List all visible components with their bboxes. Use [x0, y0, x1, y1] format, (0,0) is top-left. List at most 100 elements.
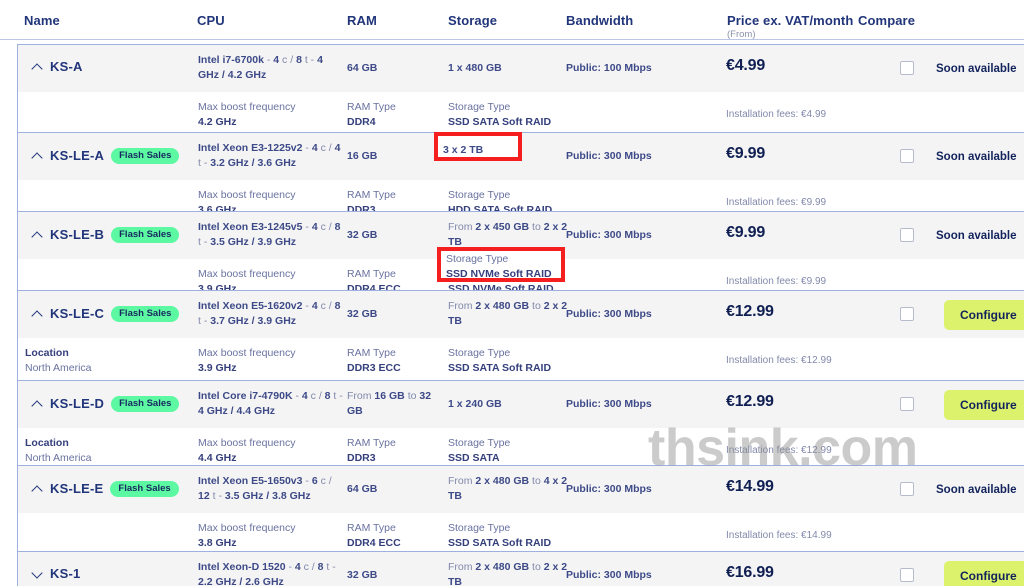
plan-name-group[interactable]: KS-1 [32, 567, 80, 581]
storage-type-spec-highlighted: Storage Type SSD NVMe Soft RAID [446, 253, 552, 280]
ram-type-label: RAM Type [347, 437, 396, 449]
plan-name-group[interactable]: KS-LE-A Flash Sales [32, 148, 180, 164]
plan-name-label: KS-LE-C [50, 306, 105, 321]
plan-row-ks-le-c[interactable]: KS-LE-C Flash Sales Intel Xeon E5-1620v2 -… [17, 290, 1024, 381]
chevron-up-icon[interactable] [32, 399, 43, 410]
storage-type-value: SSD SATA Soft RAID [448, 362, 552, 374]
compare-checkbox[interactable] [900, 149, 914, 163]
ram-spec: 32 GB [347, 229, 378, 241]
compare-checkbox[interactable] [900, 307, 914, 321]
compare-checkbox[interactable] [900, 568, 914, 582]
flash-sales-badge: Flash Sales [110, 481, 179, 497]
plan-name-label: KS-1 [50, 566, 81, 581]
plan-summary-row[interactable]: KS-LE-D Flash Sales Intel Core i7-4790K - … [18, 381, 1024, 428]
column-header-name[interactable]: Name [24, 13, 60, 28]
cpu-spec: Intel Xeon E3-1245v5 - 4 c / 8 t - 3.5 G… [198, 221, 341, 248]
plan-row-ks-le-d[interactable]: KS-LE-D Flash Sales Intel Core i7-4790K - … [17, 380, 1024, 471]
bandwidth-spec: Public: 300 Mbps [566, 150, 652, 162]
ram-spec: 32 GB [347, 569, 378, 581]
plan-price: €12.99 [726, 303, 774, 320]
plan-name-group[interactable]: KS-LE-E Flash Sales [32, 481, 179, 497]
plan-row-ks-a[interactable]: KS-A Intel i7-6700k - 4 c / 8 t - 4 GHz /… [17, 44, 1024, 134]
plan-summary-row[interactable]: KS-A Intel i7-6700k - 4 c / 8 t - 4 GHz /… [18, 45, 1024, 92]
plan-name-label: KS-LE-D [50, 396, 105, 411]
storage-type-value: SSD SATA [448, 452, 500, 464]
storage-type-spec: Storage Type SSD SATA Soft RAID [448, 100, 551, 130]
location-value: North America [25, 362, 92, 374]
storage-type-value: SSD SATA Soft RAID [448, 537, 552, 549]
column-header-price-sublabel: (From) [727, 29, 756, 40]
server-plans-table: thsink.com Name CPU RAM Storage Bandwidt… [0, 0, 1024, 586]
max-boost-label: Max boost frequency [198, 101, 296, 113]
plan-name-group[interactable]: KS-LE-C Flash Sales [32, 306, 180, 322]
storage-type-label: Storage Type [448, 189, 511, 201]
plan-summary-row[interactable]: KS-LE-E Flash Sales Intel Xeon E5-1650v3 -… [18, 466, 1024, 513]
ram-type-label: RAM Type [347, 268, 396, 280]
ram-spec: 64 GB [347, 483, 378, 495]
plan-row-ks-le-a[interactable]: KS-LE-A Flash Sales Intel Xeon E3-1225v2 -… [17, 132, 1024, 223]
compare-checkbox[interactable] [900, 482, 914, 496]
configure-button[interactable]: Configure [944, 300, 1024, 330]
chevron-up-icon[interactable] [32, 230, 43, 241]
plan-summary-row[interactable]: KS-LE-A Flash Sales Intel Xeon E3-1225v2 -… [18, 133, 1024, 180]
column-header-storage[interactable]: Storage [448, 13, 497, 28]
bandwidth-spec: Public: 100 Mbps [566, 62, 652, 74]
installation-fees-label: Installation fees: €4.99 [726, 109, 827, 120]
plan-detail-row: Max boost frequency 4.2 GHz RAM Type DDR4 St… [18, 92, 1024, 133]
plan-row-ks-le-e[interactable]: KS-LE-E Flash Sales Intel Xeon E5-1650v3 -… [17, 465, 1024, 556]
ram-type-label: RAM Type [347, 189, 396, 201]
bandwidth-spec: Public: 300 Mbps [566, 398, 652, 410]
plan-summary-row[interactable]: KS-LE-C Flash Sales Intel Xeon E5-1620v2 -… [18, 291, 1024, 338]
ram-type-value: DDR3 [347, 452, 376, 464]
soon-available-label: Soon available [936, 151, 1017, 163]
cell-name: KS-A [25, 45, 195, 92]
cell-name: KS-1 [25, 552, 195, 586]
column-header-price[interactable]: Price ex. VAT/month [727, 13, 853, 28]
chevron-up-icon[interactable] [32, 151, 43, 162]
table-header-row: Name CPU RAM Storage Bandwidth Price ex.… [0, 0, 1024, 40]
installation-fees-label: Installation fees: €14.99 [726, 530, 832, 541]
storage-type-label: Storage Type [448, 522, 511, 534]
cell-name: KS-LE-B Flash Sales [25, 212, 195, 259]
plan-name-group[interactable]: KS-LE-D Flash Sales [32, 396, 180, 412]
storage-type-label: Storage Type [448, 347, 511, 359]
flash-sales-badge: Flash Sales [111, 396, 180, 412]
flash-sales-badge: Flash Sales [111, 227, 180, 243]
storage-spec: 1 x 480 GB [448, 62, 502, 74]
configure-button[interactable]: Configure [944, 390, 1024, 420]
plan-name-label: KS-A [50, 59, 83, 74]
column-header-bandwidth[interactable]: Bandwidth [566, 13, 633, 28]
flash-sales-badge: Flash Sales [111, 306, 180, 322]
plan-summary-row[interactable]: KS-1 Intel Xeon-D 1520 - 4 c / 8 t - 2.2 … [18, 552, 1024, 586]
ram-spec: From 16 GB to 32 GB [347, 390, 432, 417]
max-boost-value: 3.8 GHz [198, 537, 237, 549]
flash-sales-badge: Flash Sales [111, 148, 180, 164]
plan-price: €9.99 [726, 224, 766, 241]
storage-spec-highlighted: 3 x 2 TB [443, 144, 484, 156]
installation-fees-label: Installation fees: €9.99 [726, 197, 827, 208]
ram-type-value: DDR3 ECC [347, 362, 401, 374]
installation-fees-label: Installation fees: €12.99 [726, 355, 832, 366]
cpu-spec: Intel Core i7-4790K - 4 c / 8 t - 4 GHz … [198, 390, 343, 417]
ram-spec: 16 GB [347, 150, 378, 162]
location-spec: Location North America [25, 346, 92, 376]
plan-row-ks-1[interactable]: KS-1 Intel Xeon-D 1520 - 4 c / 8 t - 2.2 … [17, 551, 1024, 586]
chevron-up-icon[interactable] [32, 62, 43, 73]
bandwidth-spec: Public: 300 Mbps [566, 229, 652, 241]
column-header-ram[interactable]: RAM [347, 13, 377, 28]
column-header-compare[interactable]: Compare [858, 13, 915, 28]
max-boost-spec: Max boost frequency 3.8 GHz [198, 521, 295, 551]
compare-checkbox[interactable] [900, 397, 914, 411]
plan-name-group[interactable]: KS-LE-B Flash Sales [32, 227, 180, 243]
column-header-cpu[interactable]: CPU [197, 13, 225, 28]
plan-detail-row: Max boost frequency 3.8 GHz RAM Type DDR4 E… [18, 513, 1024, 555]
configure-button[interactable]: Configure [944, 561, 1024, 586]
compare-checkbox[interactable] [900, 61, 914, 75]
cpu-spec: Intel Xeon E3-1225v2 - 4 c / 4 t - 3.2 G… [198, 142, 341, 169]
plan-name-group[interactable]: KS-A [32, 60, 83, 74]
chevron-up-icon[interactable] [32, 484, 43, 495]
max-boost-label: Max boost frequency [198, 347, 296, 359]
chevron-down-icon[interactable] [32, 569, 43, 580]
compare-checkbox[interactable] [900, 228, 914, 242]
chevron-up-icon[interactable] [32, 309, 43, 320]
